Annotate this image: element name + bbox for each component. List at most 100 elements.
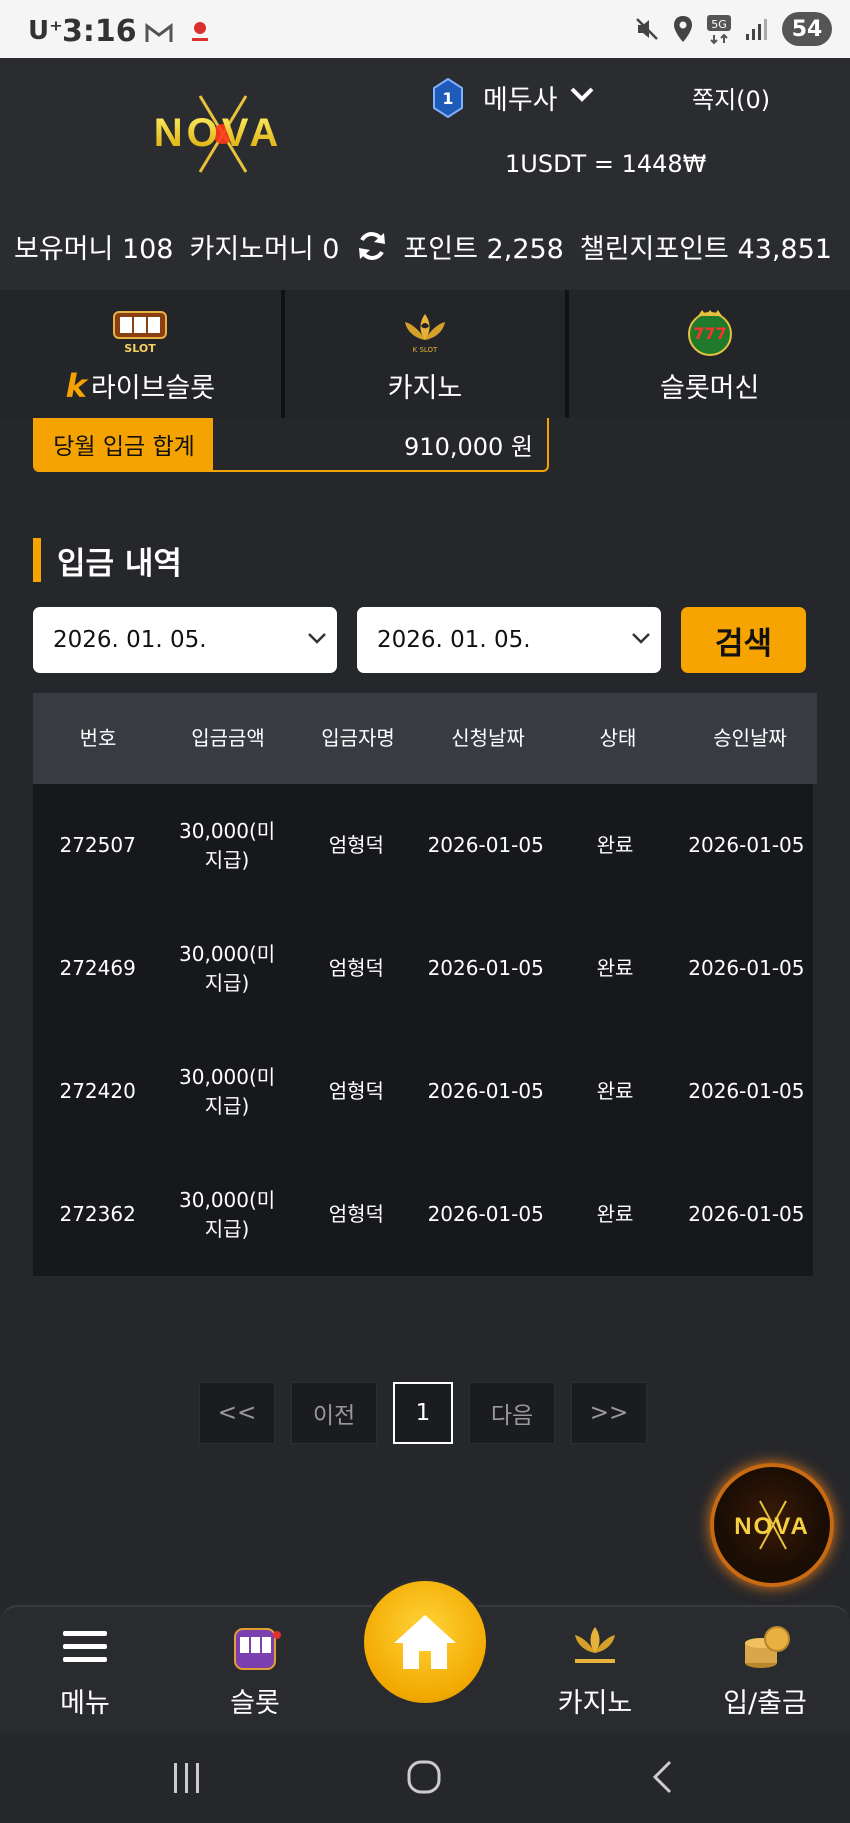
tab-slot-machine[interactable]: 777 슬롯머신: [569, 290, 850, 418]
section-accent-bar: [33, 538, 41, 582]
first-page-button[interactable]: <<: [199, 1382, 275, 1444]
cell-approval-date: 2026-01-05: [688, 956, 805, 980]
messages-link[interactable]: 쪽지(0): [692, 80, 770, 115]
cell-approval-date: 2026-01-05: [688, 1202, 805, 1226]
cell-approval-date: 2026-01-05: [688, 833, 805, 857]
mute-icon: [636, 18, 658, 40]
tab-casino[interactable]: K SLOT 카지노: [284, 290, 570, 418]
tab-live-slot-label: 라이브슬롯: [90, 373, 216, 404]
section-title: 입금 내역: [33, 538, 182, 582]
status-bar: U⁺ 3:16 5G 54: [0, 0, 850, 58]
svg-text:NOVA: NOVA: [154, 111, 283, 155]
current-page-button[interactable]: 1: [393, 1382, 453, 1444]
cell-request-date: 2026-01-05: [427, 1202, 544, 1226]
cell-number: 272469: [59, 956, 136, 980]
start-date-select[interactable]: 2026. 01. 05.: [33, 607, 337, 673]
system-nav-bar: [0, 1735, 850, 1823]
svg-text:777: 777: [693, 324, 726, 343]
nav-deposit-withdraw[interactable]: 입/출금: [705, 1621, 825, 1720]
points: 포인트 2,258: [403, 233, 564, 265]
chevron-down-icon: [632, 633, 650, 644]
nav-slot-label: 슬롯: [230, 1688, 280, 1719]
col-header-status: 상태: [599, 726, 637, 750]
end-date-value: 2026. 01. 05.: [377, 627, 531, 653]
section-title-text: 입금 내역: [57, 545, 182, 582]
balance-row: 보유머니 108 카지노머니 0 포인트 2,258 챌린지포인트 43,851: [14, 226, 844, 266]
cell-amount: 30,000(미지급): [179, 1064, 276, 1118]
5g-icon: 5G: [707, 15, 731, 44]
app-notification-icon: [192, 22, 208, 41]
cell-status: 완료: [596, 1202, 634, 1226]
home-button[interactable]: [361, 1578, 489, 1706]
lotus-icon: K SLOT: [405, 314, 445, 354]
col-header-amount: 입금금액: [191, 726, 265, 750]
monthly-total-value: 910,000 원: [404, 432, 533, 461]
slot-machine-icon: SLOT: [113, 311, 168, 355]
cell-amount: 30,000(미지급): [179, 941, 276, 995]
nav-menu[interactable]: 메뉴: [25, 1621, 145, 1720]
back-icon[interactable]: [650, 1759, 676, 1795]
casino-money: 카지노머니 0: [189, 233, 340, 265]
user-nickname[interactable]: 메두사: [483, 78, 558, 117]
k-logo-icon: k: [65, 367, 87, 405]
nav-deposit-withdraw-label: 입/출금: [723, 1688, 807, 1719]
monthly-total-label: 당월 입금 합계: [35, 418, 213, 470]
svg-text:SLOT: SLOT: [125, 342, 157, 355]
home-system-icon[interactable]: [406, 1759, 442, 1795]
prev-page-button[interactable]: 이전: [291, 1382, 377, 1444]
nova-logo[interactable]: NOVA: [128, 88, 308, 178]
cell-status: 완료: [596, 956, 634, 980]
cell-request-date: 2026-01-05: [427, 956, 544, 980]
slot-machine-icon: [234, 1628, 281, 1670]
table-header: 번호 입금금액 입금자명 신청날짜 상태 승인날짜: [33, 693, 817, 784]
col-header-approval-date: 승인날짜: [713, 726, 787, 750]
last-page-button[interactable]: >>: [571, 1382, 647, 1444]
col-header-number: 번호: [79, 726, 117, 750]
777-slot-icon: 777: [687, 310, 732, 356]
category-tabs: SLOT k 라이브슬롯 K SLOT 카지노 777 슬롯머신: [0, 290, 850, 418]
site-header: NOVA 1 메두사 쪽지(0) 1USDT = 1448₩ 보유머니 108 …: [0, 58, 850, 290]
cell-number: 272507: [59, 833, 136, 857]
gmail-icon: [145, 23, 173, 42]
hamburger-icon: [63, 1631, 107, 1662]
chevron-down-icon: [308, 633, 326, 644]
svg-text:K SLOT: K SLOT: [413, 346, 438, 354]
svg-text:1: 1: [442, 89, 453, 108]
cell-status: 완료: [596, 1079, 634, 1103]
status-icons: 5G 54: [634, 12, 832, 46]
nav-menu-label: 메뉴: [60, 1688, 110, 1719]
table-row: 272507 30,000(미지급) 엄형덕 2026-01-05 완료 202…: [33, 784, 813, 907]
col-header-depositor: 입금자명: [321, 726, 395, 750]
search-button[interactable]: 검색: [681, 607, 806, 673]
monthly-deposit-total: 당월 입금 합계 910,000 원: [33, 418, 549, 472]
nav-casino[interactable]: 카지노: [535, 1621, 655, 1720]
deposit-history-table: 번호 입금금액 입금자명 신청날짜 상태 승인날짜 272507 30,000(…: [33, 693, 817, 1276]
tab-casino-label: 카지노: [387, 373, 463, 404]
lotus-icon: [575, 1627, 615, 1663]
pagination: << 이전 1 다음 >>: [199, 1382, 647, 1444]
table-row: 272420 30,000(미지급) 엄형덕 2026-01-05 완료 202…: [33, 1030, 813, 1153]
location-icon: [674, 16, 692, 42]
table-row: 272362 30,000(미지급) 엄형덕 2026-01-05 완료 202…: [33, 1153, 813, 1276]
holding-money: 보유머니 108: [14, 233, 174, 265]
coins-icon: [745, 1626, 790, 1668]
table-row: 272469 30,000(미지급) 엄형덕 2026-01-05 완료 202…: [33, 907, 813, 1030]
cell-status: 완료: [596, 833, 634, 857]
recent-apps-icon[interactable]: [170, 1761, 204, 1795]
chevron-down-icon[interactable]: [568, 84, 596, 104]
cell-number: 272362: [59, 1202, 136, 1226]
cell-depositor: 엄형덕: [328, 956, 384, 980]
tab-live-slot[interactable]: SLOT k 라이브슬롯: [0, 290, 285, 418]
floating-nova-button[interactable]: NOVA: [710, 1463, 834, 1587]
cell-approval-date: 2026-01-05: [688, 1079, 805, 1103]
end-date-select[interactable]: 2026. 01. 05.: [357, 607, 661, 673]
refresh-icon[interactable]: [355, 229, 389, 263]
level-badge-icon: 1: [433, 78, 463, 118]
nav-slot[interactable]: 슬롯: [195, 1621, 315, 1720]
nova-logo-icon: NOVA: [734, 1500, 808, 1550]
next-page-button[interactable]: 다음: [469, 1382, 555, 1444]
cell-request-date: 2026-01-05: [427, 1079, 544, 1103]
carrier-label: U⁺: [28, 16, 63, 46]
tab-slot-machine-label: 슬롯머신: [659, 373, 760, 404]
start-date-value: 2026. 01. 05.: [53, 627, 207, 653]
